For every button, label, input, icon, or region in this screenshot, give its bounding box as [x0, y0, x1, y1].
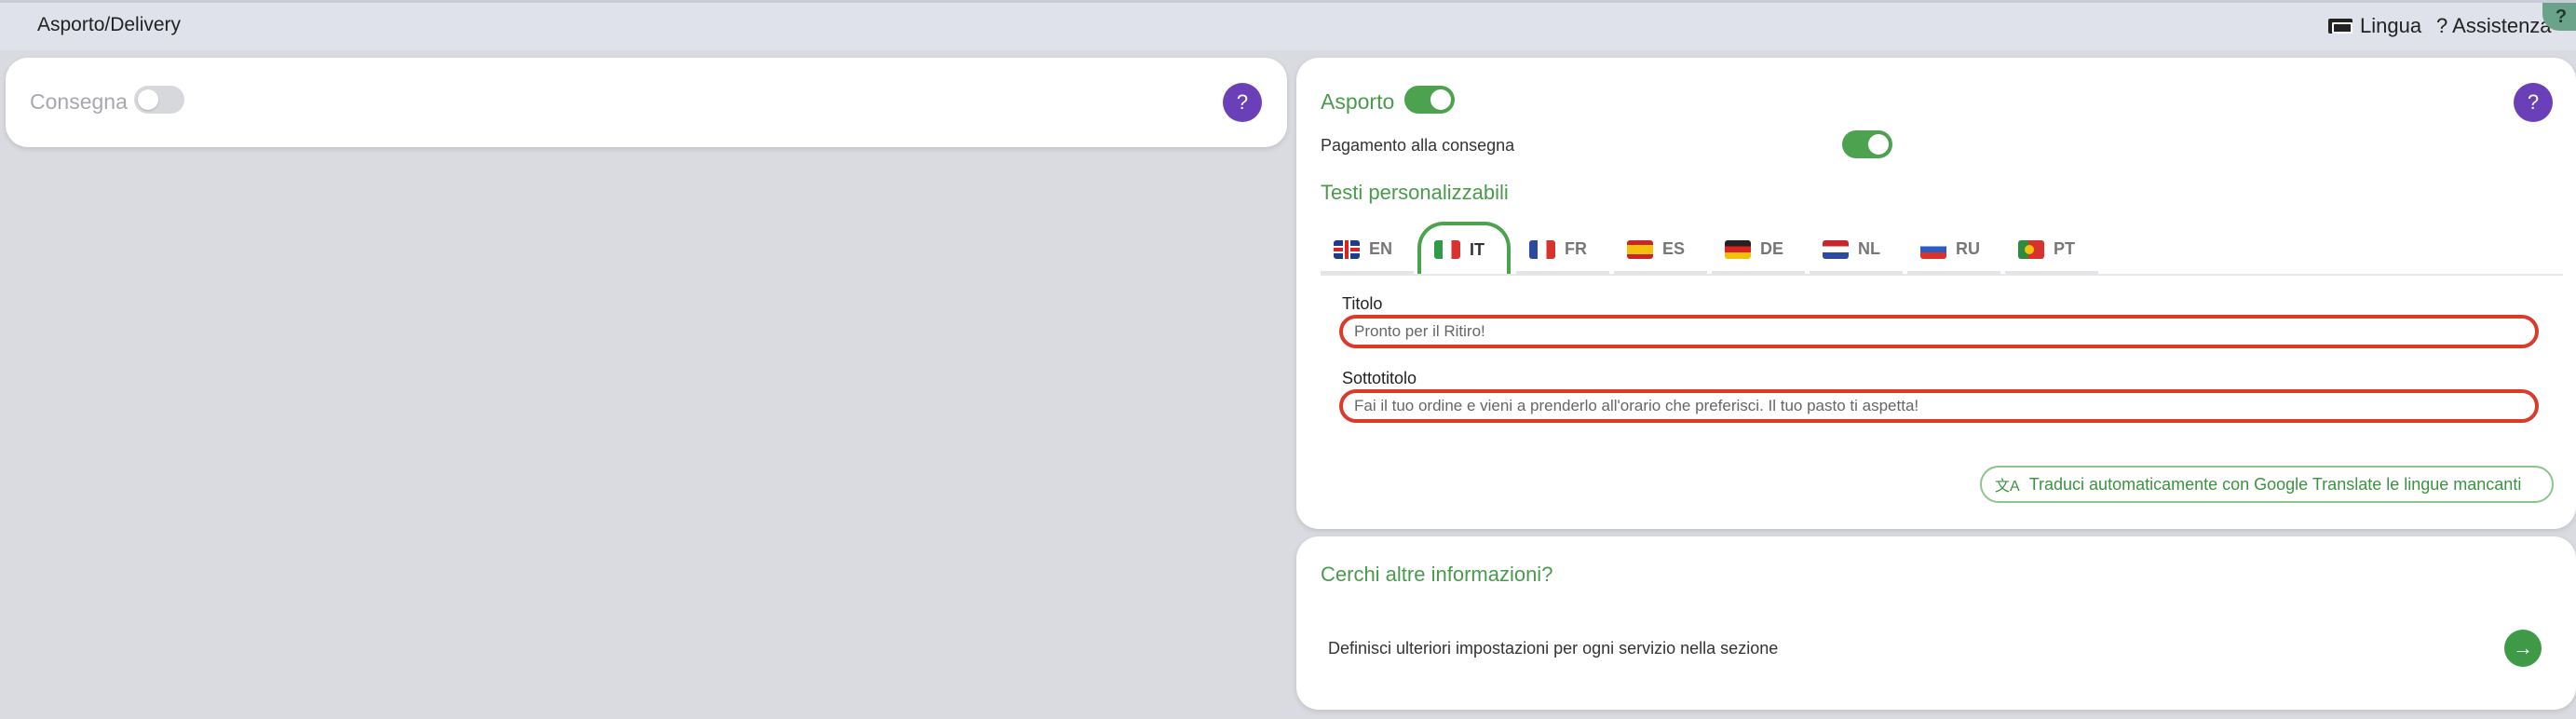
toggle-knob: [1868, 134, 1889, 155]
payment-on-delivery-label: Pagamento alla consegna: [1321, 136, 1515, 155]
language-tabs: EN IT FR ES DE NL RU PT: [1321, 222, 2563, 276]
tab-label: FR: [1565, 239, 1587, 258]
tab-en[interactable]: EN: [1321, 227, 1414, 274]
custom-texts-heading: Testi personalizzabili: [1321, 181, 1509, 204]
germany-flag-icon: [1725, 239, 1751, 259]
language-icon: [2328, 19, 2352, 34]
tab-de[interactable]: DE: [1712, 227, 1805, 274]
asporto-toggle[interactable]: [1404, 86, 1455, 114]
tab-label: PT: [2054, 239, 2076, 258]
france-flag-icon: [1529, 239, 1555, 259]
tab-fr[interactable]: FR: [1516, 227, 1609, 274]
floating-help-button[interactable]: ?: [2542, 3, 2576, 31]
subtitle-field-label: Sottotitolo: [1342, 369, 1417, 387]
tab-label: DE: [1760, 239, 1784, 258]
top-bar: Asporto/Delivery Lingua ? Assistenza ?: [0, 0, 2576, 50]
tab-label: NL: [1858, 239, 1880, 258]
asporto-card: Asporto ? Pagamento alla consegna Testi …: [1296, 58, 2576, 529]
title-input[interactable]: [1339, 315, 2539, 348]
consegna-label: Consegna: [30, 89, 128, 114]
netherlands-flag-icon: [1823, 239, 1849, 259]
consegna-toggle[interactable]: [134, 86, 184, 114]
tab-ru[interactable]: RU: [1907, 227, 2000, 274]
tab-nl[interactable]: NL: [1810, 227, 1903, 274]
tab-label: IT: [1470, 239, 1485, 259]
assistance-label: Assistenza: [2452, 14, 2552, 37]
asporto-help-button[interactable]: ?: [2514, 83, 2553, 122]
spain-flag-icon: [1627, 239, 1653, 259]
more-info-text: Definisci ulteriori impostazioni per ogn…: [1328, 639, 1779, 658]
portugal-flag-icon: [2018, 239, 2044, 259]
assistance-link[interactable]: ? Assistenza: [2436, 14, 2552, 38]
language-selector[interactable]: Lingua: [2328, 14, 2421, 38]
consegna-card: Consegna ?: [6, 58, 1287, 147]
auto-translate-label: Traduci automaticamente con Google Trans…: [2028, 474, 2522, 494]
tab-pt[interactable]: PT: [2005, 227, 2098, 274]
question-icon: ?: [2436, 14, 2448, 37]
toggle-knob: [138, 89, 158, 110]
go-to-section-button[interactable]: →: [2504, 630, 2542, 667]
tab-label: ES: [1662, 239, 1686, 258]
tab-label: RU: [1956, 239, 1980, 258]
toggle-knob: [1430, 89, 1451, 110]
tab-es[interactable]: ES: [1614, 227, 1707, 274]
title-field-label: Titolo: [1342, 294, 1383, 313]
tab-label: EN: [1369, 239, 1393, 258]
more-info-title: Cerchi altre informazioni?: [1321, 563, 1553, 586]
asporto-label: Asporto: [1321, 89, 1395, 114]
payment-on-delivery-toggle[interactable]: [1842, 130, 1892, 158]
subtitle-input[interactable]: [1339, 389, 2539, 423]
italy-flag-icon: [1434, 240, 1460, 259]
uk-flag-icon: [1334, 239, 1360, 259]
more-info-card: Cerchi altre informazioni? Definisci ult…: [1296, 536, 2576, 710]
language-label: Lingua: [2360, 14, 2422, 37]
translate-icon: 文A: [1995, 479, 2020, 495]
tab-it[interactable]: IT: [1417, 222, 1511, 274]
auto-translate-button[interactable]: 文A Traduci automaticamente con Google Tr…: [1980, 466, 2554, 503]
page-title: Asporto/Delivery: [37, 14, 182, 35]
consegna-help-button[interactable]: ?: [1223, 83, 1262, 122]
russia-flag-icon: [1920, 239, 1946, 259]
